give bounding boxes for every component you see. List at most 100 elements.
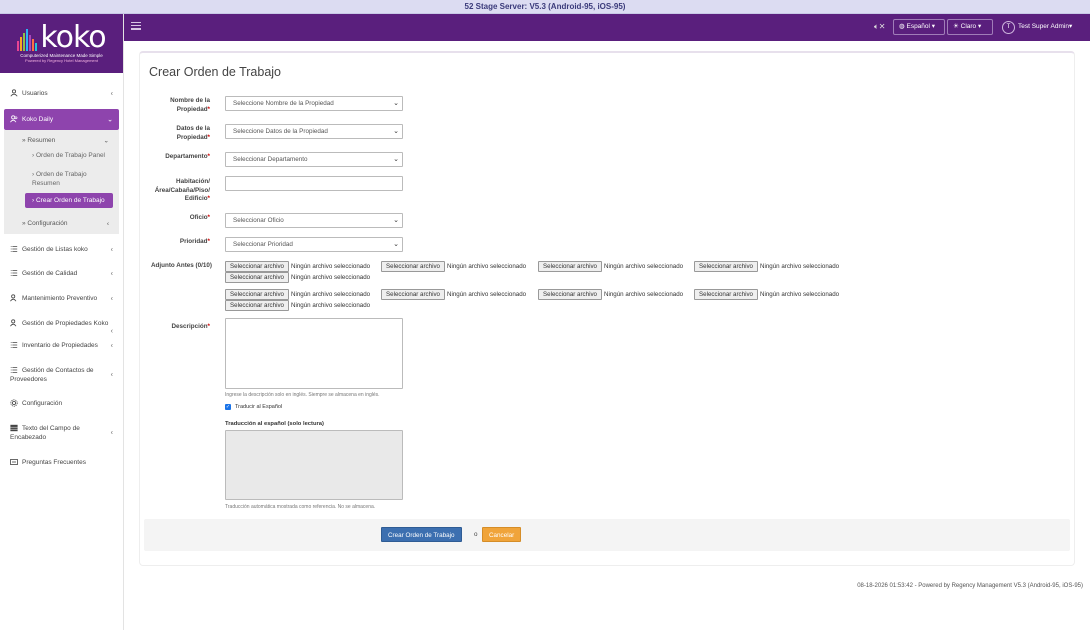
sidebar-item-configuracion-sub[interactable]: » Configuración ‹ — [4, 219, 119, 228]
trade-value: Seleccionar Oficio — [233, 217, 284, 224]
sidebar-item-label: Texto del Campo de Encabezado — [10, 424, 109, 442]
priority-label-text: Prioridad — [179, 238, 208, 245]
trade-label-text: Oficio — [189, 214, 208, 221]
main-content: Crear Orden de Trabajo Nombre de la Prop… — [124, 41, 1090, 630]
caret-down-icon: ▾ — [1068, 23, 1073, 30]
caret-down-icon: ▾ — [929, 23, 936, 30]
file-button[interactable]: Seleccionar archivo — [694, 289, 758, 300]
footer-copyright: 08-18-2026 01:53:42 - Powered by Regency… — [857, 583, 1083, 589]
file-input-3[interactable]: Seleccionar archivo Ningún archivo selecc… — [538, 261, 683, 272]
sidebar-item-label: Gestión de Contactos de Proveedores — [10, 366, 109, 384]
sidebar-item-faq[interactable]: Preguntas Frecuentes — [0, 458, 123, 467]
file-button[interactable]: Seleccionar archivo — [225, 300, 289, 311]
translate-checkbox-row[interactable]: ✓ Traducir al Español — [225, 404, 282, 410]
sidebar-item-texto-encabezado[interactable]: Texto del Campo de Encabezado ‹ — [0, 424, 123, 442]
sidebar-item-contactos[interactable]: Gestión de Contactos de Proveedores ‹ — [0, 366, 123, 384]
orden-panel-label: Orden de Trabajo Panel — [35, 152, 106, 159]
file-input-9[interactable]: Seleccionar archivo Ningún archivo selecc… — [694, 289, 839, 300]
file-input-8[interactable]: Seleccionar archivo Ningún archivo selecc… — [538, 289, 683, 300]
file-input-5[interactable]: Seleccionar archivo Ningún archivo selecc… — [225, 272, 370, 283]
language-dropdown[interactable]: ◍ Español ▾ — [893, 19, 945, 35]
sidebar-item-usuarios[interactable]: Usuarios ‹ — [0, 89, 123, 98]
list-icon — [10, 342, 18, 348]
file-input-4[interactable]: Seleccionar archivo Ningún archivo selecc… — [694, 261, 839, 272]
property-name-label-text: Nombre de la Propiedad — [170, 97, 210, 113]
sidebar-item-propiedades[interactable]: Gestión de Propiedades Koko ‹ — [0, 319, 123, 336]
file-button[interactable]: Seleccionar archivo — [225, 272, 289, 283]
sidebar-item-orden-resumen[interactable]: › Orden de Trabajo Resumen — [4, 170, 119, 189]
sun-icon: ☀ — [953, 23, 961, 30]
create-work-order-button[interactable]: Crear Orden de Trabajo — [381, 527, 462, 542]
trade-select[interactable]: Seleccionar Oficio ⌄ — [225, 213, 403, 228]
theme-dropdown[interactable]: ☀ Claro ▾ — [947, 19, 993, 35]
logo[interactable]: koko Computerized Maintenance Made Simpl… — [0, 14, 123, 73]
user-icon — [10, 89, 18, 97]
page-title: Crear Orden de Trabajo — [149, 65, 282, 79]
file-status: Ningún archivo seleccionado — [604, 263, 684, 270]
sidebar-item-configuracion[interactable]: Configuración — [0, 399, 123, 408]
sidebar-item-label: Preguntas Frecuentes — [22, 459, 86, 466]
logo-bar — [32, 38, 35, 51]
required-mark: * — [207, 153, 210, 160]
description-textarea[interactable] — [225, 318, 403, 389]
cancel-button[interactable]: Cancelar — [482, 527, 522, 542]
department-label-text: Departamento — [165, 153, 208, 160]
table-icon — [10, 425, 18, 432]
property-data-value: Seleccione Datos de la Propiedad — [233, 128, 328, 135]
file-button[interactable]: Seleccionar archivo — [538, 261, 602, 272]
file-status: Ningún archivo seleccionado — [760, 291, 840, 298]
file-button[interactable]: Seleccionar archivo — [381, 261, 445, 272]
property-name-select[interactable]: Seleccione Nombre de la Propiedad ⌄ — [225, 96, 403, 111]
file-button[interactable]: Seleccionar archivo — [225, 261, 289, 272]
file-input-6[interactable]: Seleccionar archivo Ningún archivo selecc… — [225, 289, 370, 300]
sidebar-item-crear-orden[interactable]: › Crear Orden de Trabajo — [25, 192, 113, 208]
checkbox-checked-icon[interactable]: ✓ — [225, 404, 231, 410]
translate-label: Traducir al Español — [235, 404, 283, 410]
required-mark: * — [207, 195, 210, 202]
sidebar-item-label: Configuración — [22, 400, 63, 407]
priority-value: Seleccionar Prioridad — [233, 241, 293, 248]
file-button[interactable]: Seleccionar archivo — [381, 289, 445, 300]
sidebar-item-calidad[interactable]: Gestión de Calidad ‹ — [0, 269, 123, 278]
create-work-order-card: Crear Orden de Trabajo Nombre de la Prop… — [139, 51, 1075, 566]
file-input-7[interactable]: Seleccionar archivo Ningún archivo selecc… — [381, 289, 526, 300]
theme-label: Claro — [960, 23, 977, 30]
priority-label: Prioridad* — [146, 238, 210, 247]
chevron-left-icon: ‹ — [110, 295, 113, 302]
mute-icon[interactable]: 🔈︎✕ — [874, 22, 886, 32]
hamburger-menu-icon[interactable] — [131, 22, 141, 30]
or-text: o — [474, 531, 478, 538]
file-input-10[interactable]: Seleccionar archivo Ningún archivo selecc… — [225, 300, 370, 311]
sidebar-item-inventario[interactable]: Inventario de Propiedades ‹ — [0, 341, 123, 350]
priority-select[interactable]: Seleccionar Prioridad ⌄ — [225, 237, 403, 252]
list-icon — [10, 270, 18, 276]
property-data-select[interactable]: Seleccione Datos de la Propiedad ⌄ — [225, 124, 403, 139]
list-icon — [10, 246, 18, 252]
file-button[interactable]: Seleccionar archivo — [538, 289, 602, 300]
file-status: Ningún archivo seleccionado — [291, 263, 371, 270]
sidebar-item-mantenimiento[interactable]: Mantenimiento Preventivo ‹ — [0, 294, 123, 303]
chevron-left-icon: ‹ — [110, 328, 113, 335]
user-menu[interactable]: T Test Super Admin ▾ — [1002, 20, 1072, 34]
sidebar-item-label: Inventario de Propiedades — [22, 342, 98, 349]
department-select[interactable]: Seleccionar Departamento ⌄ — [225, 152, 403, 167]
sidebar-item-orden-panel[interactable]: › Orden de Trabajo Panel — [4, 151, 119, 161]
form-actions: Crear Orden de Trabajo o Cancelar — [144, 519, 1070, 551]
file-input-1[interactable]: Seleccionar archivo Ningún archivo selecc… — [225, 261, 370, 272]
sidebar-item-resumen[interactable]: » Resumen ⌄ — [4, 136, 119, 145]
file-button[interactable]: Seleccionar archivo — [694, 261, 758, 272]
room-label-text: Habitación/ Área/Cabaña/Piso/ Edificio — [154, 178, 210, 202]
room-input[interactable] — [225, 176, 403, 191]
sidebar-item-label: Usuarios — [22, 90, 48, 97]
row-attachments: Adjunto Antes (0/10) Seleccionar archivo… — [146, 261, 1071, 311]
sidebar-item-koko-daily[interactable]: Koko Daily ⌄ — [4, 109, 119, 130]
sidebar-item-listas[interactable]: Gestión de Listas koko ‹ — [0, 245, 123, 254]
chevron-left-icon: ‹ — [110, 429, 113, 437]
topbar: 🔈︎✕ ◍ Español ▾ ☀ Claro ▾ T Test Super A… — [124, 14, 1090, 41]
department-value: Seleccionar Departamento — [233, 156, 308, 163]
file-input-2[interactable]: Seleccionar archivo Ningún archivo selecc… — [381, 261, 526, 272]
gear-icon — [10, 399, 18, 407]
logo-bar — [23, 32, 26, 51]
file-button[interactable]: Seleccionar archivo — [225, 289, 289, 300]
chevron-left-icon: ‹ — [110, 90, 113, 97]
